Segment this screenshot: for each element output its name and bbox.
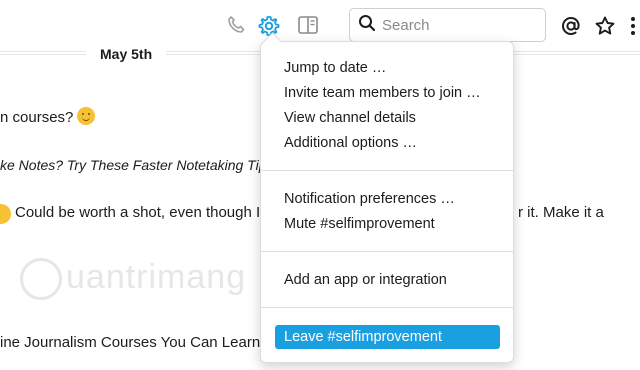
menu-item-add-app[interactable]: Add an app or integration [275, 269, 500, 291]
phone-icon[interactable] [224, 13, 248, 37]
menu-divider [261, 170, 513, 171]
watermark-text: uantrimang [66, 258, 247, 296]
smile-emoji-icon [0, 204, 11, 224]
message-link-preview[interactable]: ke Notes? Try These Faster Notetaking Ti… [0, 157, 274, 173]
search-icon [358, 14, 376, 37]
at-sign-icon[interactable] [558, 13, 584, 39]
menu-item-leave-channel[interactable]: Leave #selfimprovement [275, 325, 500, 349]
date-label[interactable]: May 5th [86, 44, 167, 64]
message-line: Could be worth a shot, even though I a [15, 204, 273, 221]
menu-item-notification-preferences[interactable]: Notification preferences … [275, 188, 500, 210]
wink-emoji-icon [77, 107, 96, 125]
star-icon[interactable] [592, 13, 618, 39]
message-text: Could be worth a shot, even though I a [15, 204, 273, 221]
message-link-preview[interactable]: ine Journalism Courses You Can Learn F [0, 334, 274, 351]
menu-item-mute-channel[interactable]: Mute #selfimprovement [275, 213, 500, 235]
menu-divider [261, 251, 513, 252]
message-text-tail: r it. Make it a [518, 204, 604, 221]
watermark-circle [20, 258, 62, 300]
vertical-dots-icon[interactable] [626, 13, 640, 39]
message-line: n courses? [0, 109, 74, 126]
watermark-logo: uantrimang [20, 256, 245, 304]
message-text: n courses? [0, 107, 96, 126]
sidebar-panel-icon[interactable] [296, 13, 320, 37]
menu-item-invite-members[interactable]: Invite team members to join … [275, 82, 500, 104]
search-field[interactable] [349, 8, 546, 42]
menu-item-view-channel-details[interactable]: View channel details [275, 107, 500, 129]
channel-settings-menu: Jump to date … Invite team members to jo… [260, 41, 514, 363]
menu-divider [261, 307, 513, 308]
search-input[interactable] [382, 16, 542, 34]
menu-item-jump-to-date[interactable]: Jump to date … [275, 57, 500, 79]
menu-item-additional-options[interactable]: Additional options … [275, 132, 500, 154]
